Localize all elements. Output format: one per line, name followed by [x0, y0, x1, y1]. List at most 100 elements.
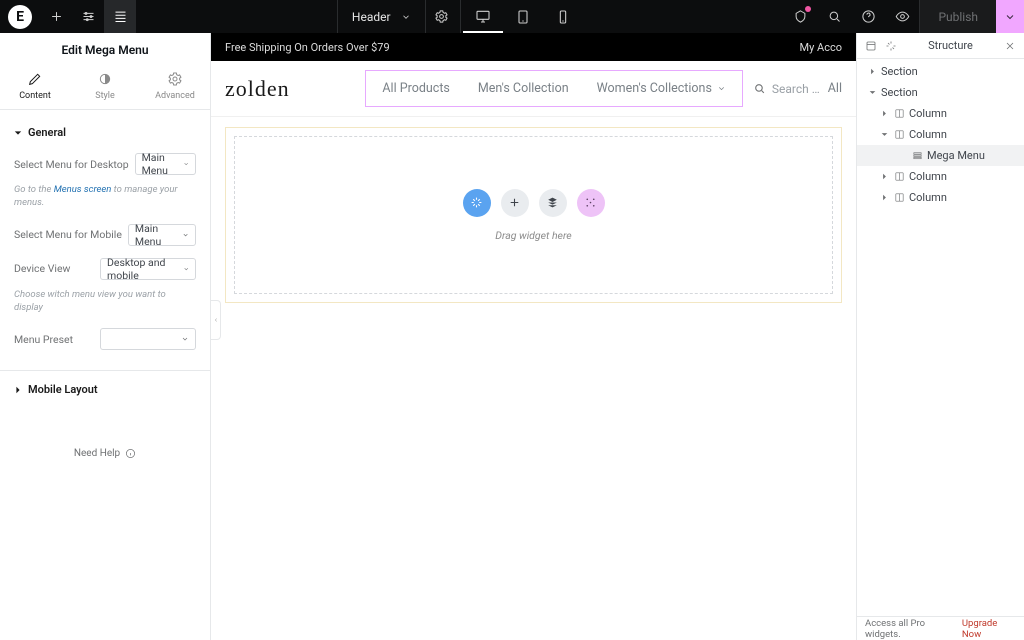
notifications-button[interactable] [783, 0, 817, 33]
search-input[interactable]: Search … [753, 82, 820, 96]
tree-row-column[interactable]: Column [857, 124, 1024, 145]
account-link-truncated[interactable]: My Acco [799, 41, 842, 54]
nav-item-mens[interactable]: Men's Collection [464, 75, 583, 102]
add-template-button[interactable] [539, 189, 567, 217]
site-settings-button[interactable] [72, 0, 104, 33]
tree-row-column[interactable]: Column [857, 187, 1024, 208]
caret-right-icon[interactable] [867, 68, 877, 75]
tab-style[interactable]: Style [70, 65, 140, 109]
nav-item-extra[interactable]: All [828, 81, 842, 96]
tree-row-section[interactable]: Section [857, 61, 1024, 82]
site-header: zolden All Products Men's Collection Wom… [211, 61, 856, 117]
panel-collapse-handle[interactable] [211, 300, 221, 340]
chevron-down-icon [183, 265, 190, 273]
tree-row-mega-menu[interactable]: Mega Menu [857, 145, 1024, 166]
tree-label: Column [909, 170, 947, 183]
device-view-select[interactable]: Desktop and mobile [100, 258, 196, 280]
drop-hint-text: Drag widget here [495, 229, 571, 242]
need-help-link[interactable]: Need Help [14, 408, 196, 459]
tab-content[interactable]: Content [0, 65, 70, 109]
tree-label: Column [909, 107, 947, 120]
column-icon [893, 129, 905, 141]
droplet-icon [97, 71, 113, 87]
add-ai-button[interactable] [463, 189, 491, 217]
menu-preset-label: Menu Preset [14, 333, 73, 346]
device-mobile-button[interactable] [543, 0, 583, 33]
panel-tabs: Content Style Advanced [0, 65, 210, 110]
announcement-bar: Free Shipping On Orders Over $79 My Acco [211, 33, 856, 61]
drop-zone[interactable]: Drag widget here [234, 136, 833, 294]
add-element-button[interactable] [40, 0, 72, 33]
tree-row-column[interactable]: Column [857, 103, 1024, 124]
search-icon [753, 82, 766, 95]
gear-icon [167, 71, 183, 87]
caret-right-icon[interactable] [879, 110, 889, 117]
preview-button[interactable] [885, 0, 919, 33]
device-tablet-button[interactable] [503, 0, 543, 33]
panel-title: Edit Mega Menu [0, 33, 210, 65]
section-mobile-layout-toggle[interactable]: Mobile Layout [14, 371, 196, 408]
column-icon [893, 192, 905, 204]
column-icon [893, 171, 905, 183]
info-icon [125, 448, 136, 459]
pencil-icon [27, 71, 43, 87]
tree-row-section[interactable]: Section [857, 82, 1024, 103]
menu-preset-select[interactable] [100, 328, 196, 350]
widget-settings-panel: Edit Mega Menu Content Style Advanced Ge… [0, 33, 211, 640]
theme-part-selector[interactable]: Header [337, 0, 426, 33]
device-desktop-button[interactable] [463, 0, 503, 33]
structure-panel: Structure Section Section Column Column Mega… [856, 33, 1024, 640]
menus-screen-link[interactable]: Menus screen [54, 184, 112, 195]
caret-right-icon [14, 386, 22, 394]
nav-item-all-products[interactable]: All Products [368, 75, 464, 102]
caret-down-icon [14, 129, 22, 137]
menu-desktop-hint: Go to the Menus screen to manage your me… [14, 181, 196, 218]
menu-desktop-select[interactable]: Main Menu [135, 153, 196, 175]
widget-icon [911, 150, 923, 162]
structure-footer: Access all Pro widgets. Upgrade Now [857, 616, 1024, 640]
finder-search-button[interactable] [817, 0, 851, 33]
add-widget-button[interactable] [501, 189, 529, 217]
elementor-logo[interactable]: E [8, 5, 32, 29]
caret-down-icon[interactable] [867, 89, 877, 96]
responsive-switcher [463, 0, 583, 33]
close-structure-button[interactable] [1002, 38, 1018, 54]
upgrade-link[interactable]: Upgrade Now [962, 618, 1016, 640]
tab-advanced[interactable]: Advanced [140, 65, 210, 109]
help-button[interactable] [851, 0, 885, 33]
device-view-label: Device View [14, 262, 70, 275]
caret-down-icon[interactable] [879, 131, 889, 138]
navigator-settings-icon[interactable] [883, 38, 899, 54]
mega-menu-widget-selected[interactable]: All Products Men's Collection Women's Co… [365, 70, 743, 107]
chevron-down-icon [401, 12, 411, 22]
structure-title: Structure [903, 39, 998, 52]
caret-right-icon[interactable] [879, 173, 889, 180]
device-view-hint: Choose witch menu view you want to displ… [14, 286, 196, 323]
menu-mobile-select[interactable]: Main Menu [128, 224, 196, 246]
structure-toggle-button[interactable] [104, 0, 136, 33]
page-settings-button[interactable] [426, 0, 458, 33]
empty-section[interactable]: Drag widget here [225, 127, 842, 303]
section-general-toggle[interactable]: General [14, 118, 196, 147]
structure-tree: Section Section Column Column Mega Menu Colum… [857, 59, 1024, 616]
navigator-toggle-icon[interactable] [863, 38, 879, 54]
menu-mobile-label: Select Menu for Mobile [14, 228, 122, 241]
tree-label: Mega Menu [927, 149, 985, 162]
tree-row-column[interactable]: Column [857, 166, 1024, 187]
chevron-down-icon [182, 231, 189, 239]
add-container-button[interactable] [577, 189, 605, 217]
editor-canvas: Free Shipping On Orders Over $79 My Acco… [211, 33, 856, 640]
publish-options-button[interactable] [996, 0, 1024, 33]
tree-label: Column [909, 128, 947, 141]
tree-label: Section [881, 86, 918, 99]
column-icon [893, 108, 905, 120]
site-logo-text[interactable]: zolden [225, 76, 290, 102]
chevron-down-icon [183, 160, 189, 168]
tree-label: Column [909, 191, 947, 204]
caret-right-icon[interactable] [879, 194, 889, 201]
menu-desktop-label: Select Menu for Desktop [14, 158, 129, 171]
publish-label: Publish [938, 10, 978, 24]
nav-item-womens[interactable]: Women's Collections [583, 75, 740, 102]
tree-label: Section [881, 65, 918, 78]
top-toolbar: E Header [0, 0, 1024, 33]
